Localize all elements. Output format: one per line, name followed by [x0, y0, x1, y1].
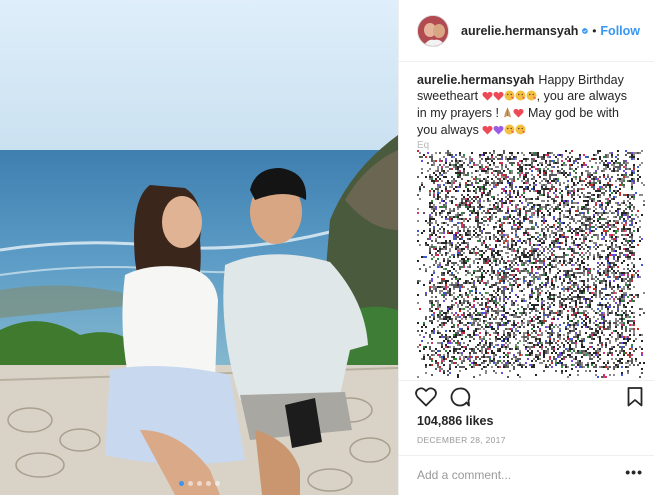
comment-preview-label: Eq — [417, 140, 430, 151]
kiss-face-emoji-icon — [515, 123, 526, 139]
folded-hands-emoji-icon — [502, 106, 513, 122]
kiss-face-emoji-icon — [504, 89, 515, 105]
kiss-face-emoji-icon — [515, 89, 526, 105]
photo-illustration — [0, 0, 398, 495]
verified-badge-icon — [582, 27, 589, 34]
add-comment-input[interactable] — [417, 466, 613, 484]
obscured-comments-area: Eq — [417, 140, 645, 378]
pixel-noise-overlay — [417, 150, 645, 378]
post-date: DECEMBER 28, 2017 — [417, 435, 506, 445]
heart-emoji-icon — [513, 106, 524, 122]
header-separator: • — [592, 23, 597, 38]
action-bar — [399, 380, 654, 411]
heart-emoji-icon — [493, 89, 504, 105]
post-username[interactable]: aurelie.hermansyah — [461, 24, 578, 38]
more-options-icon[interactable]: ••• — [625, 464, 643, 480]
post-caption: aurelie.hermansyah Happy Birthday sweethe… — [417, 72, 639, 139]
purple-heart-emoji-icon — [493, 123, 504, 139]
carousel-dot — [187, 481, 193, 486]
post-details-panel: aurelie.hermansyah • Follow aurelie.herm… — [398, 0, 654, 495]
post-photo[interactable] — [0, 0, 398, 495]
carousel-indicator — [0, 481, 398, 486]
carousel-dot — [196, 481, 202, 486]
kiss-face-emoji-icon — [526, 89, 537, 105]
avatar-image — [418, 15, 448, 46]
bookmark-icon[interactable] — [627, 387, 643, 407]
comment-bar: ••• — [399, 455, 654, 495]
follow-button[interactable]: Follow — [600, 24, 640, 38]
comment-bubble-icon[interactable] — [449, 387, 471, 407]
heart-outline-icon[interactable] — [415, 387, 437, 407]
caption-username[interactable]: aurelie.hermansyah — [417, 73, 534, 87]
likes-count[interactable]: 104,886 likes — [417, 414, 493, 428]
carousel-dot — [214, 481, 220, 486]
heart-emoji-icon — [482, 89, 493, 105]
kiss-face-emoji-icon — [504, 123, 515, 139]
post-header: aurelie.hermansyah • Follow — [399, 0, 654, 62]
avatar[interactable] — [417, 14, 449, 47]
heart-emoji-icon — [482, 123, 493, 139]
carousel-dot — [205, 481, 211, 486]
carousel-dot-active — [178, 481, 184, 486]
